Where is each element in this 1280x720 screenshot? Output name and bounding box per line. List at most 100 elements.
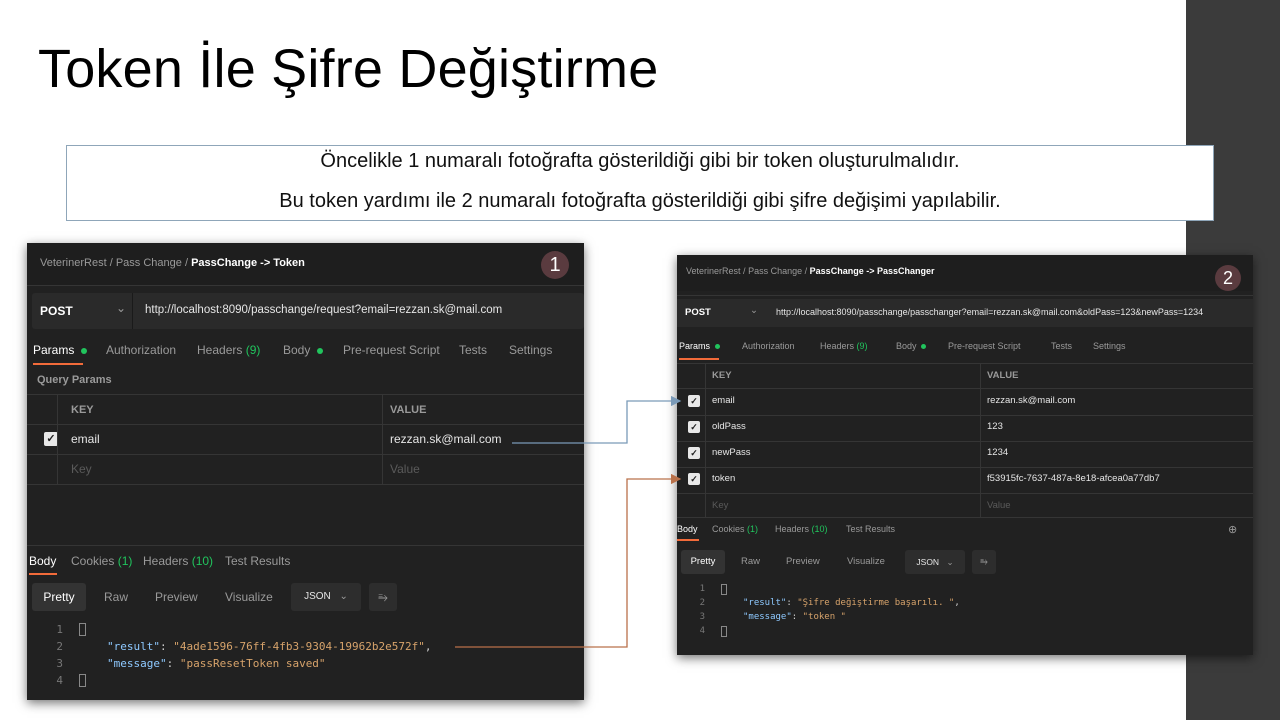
line-number: 2 (699, 598, 705, 608)
param-enabled-checkbox[interactable]: ✓ (688, 395, 700, 407)
intro-text-box: Öncelikle 1 numaralı fotoğrafta gösteril… (66, 145, 1214, 221)
param-value-cell[interactable]: rezzan.sk@mail.com (390, 432, 502, 446)
tab-body[interactable]: Body (283, 343, 323, 357)
intro-line-1: Öncelikle 1 numaralı fotoğrafta gösteril… (320, 150, 960, 172)
line-number: 4 (699, 626, 705, 636)
resp-tab-test-results[interactable]: Test Results (846, 524, 895, 534)
json-value: "token " (802, 612, 846, 622)
query-params-heading: Query Params (37, 374, 112, 386)
line-number: 4 (56, 674, 63, 687)
http-method-select[interactable]: POST (685, 307, 711, 318)
format-select-label: JSON (916, 557, 940, 567)
resp-tab-body-underline (677, 539, 699, 541)
postman-screenshot-2: VeterinerRest / Pass Change / PassChange… (677, 255, 1253, 655)
tab-prerequest-script[interactable]: Pre-request Script (343, 343, 440, 357)
view-pretty-button[interactable]: Pretty (681, 550, 725, 574)
view-preview-button[interactable]: Preview (786, 556, 820, 567)
param-key-cell[interactable]: email (71, 432, 100, 446)
tab-headers-label: Headers (197, 343, 243, 357)
param-enabled-checkbox[interactable]: ✓ (44, 432, 58, 446)
breadcrumb-collection[interactable]: VeterinerRest (40, 257, 107, 269)
new-value-input[interactable]: Value (390, 462, 420, 476)
param-key-cell[interactable]: email (712, 395, 735, 406)
view-pretty-button[interactable]: Pretty (32, 583, 86, 611)
resp-tab-headers[interactable]: Headers (10) (143, 554, 213, 568)
breadcrumb-current-request[interactable]: PassChange -> Token (191, 257, 305, 269)
new-value-input[interactable]: Value (987, 500, 1011, 511)
tab-tests[interactable]: Tests (459, 343, 487, 357)
param-key-cell[interactable]: token (712, 473, 735, 484)
param-value-cell[interactable]: 123 (987, 421, 1003, 432)
tab-settings[interactable]: Settings (509, 343, 552, 357)
view-visualize-button[interactable]: Visualize (225, 590, 273, 604)
resp-tab-cookies[interactable]: Cookies (1) (71, 554, 132, 568)
fold-open-brace-icon[interactable] (79, 623, 86, 636)
tab-body[interactable]: Body (896, 341, 927, 351)
tab-settings[interactable]: Settings (1093, 341, 1126, 351)
tab-params-label: Params (679, 341, 711, 351)
view-raw-button[interactable]: Raw (104, 590, 128, 604)
json-line-message: "message": "token " (743, 612, 846, 622)
breadcrumb-folder[interactable]: Pass Change (116, 257, 182, 269)
param-enabled-checkbox[interactable]: ✓ (688, 447, 700, 459)
breadcrumb-separator: / (109, 257, 113, 269)
col-header-key: KEY (712, 370, 732, 381)
line-number: 1 (699, 584, 705, 594)
param-value-cell[interactable]: 1234 (987, 447, 1008, 458)
view-preview-button[interactable]: Preview (155, 590, 198, 604)
tab-params[interactable]: Params (33, 343, 87, 357)
param-key-cell[interactable]: oldPass (712, 421, 746, 432)
tab-body-label: Body (896, 341, 917, 351)
tab-headers[interactable]: Headers (9) (197, 343, 260, 357)
method-chevron-down-icon[interactable]: ⌄ (750, 305, 758, 316)
view-raw-button[interactable]: Raw (741, 556, 760, 567)
tab-params[interactable]: Params (679, 341, 720, 351)
format-select[interactable]: JSON ⌄ (905, 550, 965, 574)
param-value-cell[interactable]: rezzan.sk@mail.com (987, 395, 1075, 406)
tab-authorization[interactable]: Authorization (106, 343, 176, 357)
fold-close-brace-icon (79, 674, 86, 687)
line-number: 1 (56, 623, 63, 636)
tab-params-underline (679, 358, 719, 360)
json-line-result: "result": "4ade1596-76ff-4fb3-9304-19962… (107, 640, 432, 653)
tab-body-label: Body (283, 343, 311, 357)
table-row: ✓ email rezzan.sk@mail.com (27, 425, 584, 453)
slide-title: Token İle Şifre Değiştirme (38, 39, 659, 99)
resp-tab-test-results[interactable]: Test Results (225, 554, 290, 568)
breadcrumb-current-request[interactable]: PassChange -> PassChanger (810, 266, 935, 276)
breadcrumb-separator: / (743, 266, 746, 276)
fold-open-brace-icon[interactable] (721, 584, 727, 595)
col-header-key: KEY (71, 404, 94, 416)
tab-headers-count: (9) (245, 343, 261, 357)
http-method-select[interactable]: POST (40, 304, 73, 318)
resp-tab-cookies[interactable]: Cookies (1) (712, 524, 758, 534)
breadcrumb-collection[interactable]: VeterinerRest (686, 266, 741, 276)
view-visualize-button[interactable]: Visualize (847, 556, 885, 567)
tab-headers[interactable]: Headers (9) (820, 341, 868, 351)
line-number: 3 (699, 612, 705, 622)
new-key-input[interactable]: Key (712, 500, 728, 511)
wrap-lines-icon[interactable]: ⥱ (369, 583, 397, 611)
param-value-cell[interactable]: f53915fc-7637-487a-8e18-afcea0a77db7 (987, 473, 1160, 484)
url-input[interactable]: http://localhost:8090/passchange/passcha… (776, 307, 1203, 317)
tab-tests[interactable]: Tests (1051, 341, 1072, 351)
new-key-input[interactable]: Key (71, 462, 92, 476)
wrap-lines-icon[interactable]: ⥱ (972, 550, 996, 574)
col-header-value: VALUE (987, 370, 1019, 381)
tab-authorization[interactable]: Authorization (742, 341, 795, 351)
param-enabled-checkbox[interactable]: ✓ (688, 421, 700, 433)
method-chevron-down-icon[interactable]: ⌄ (116, 301, 126, 315)
screenshot-number-badge: 2 (1215, 265, 1241, 291)
tab-headers-count: (9) (856, 341, 868, 351)
resp-tab-body[interactable]: Body (29, 554, 56, 568)
tab-prerequest-script[interactable]: Pre-request Script (948, 341, 1021, 351)
param-enabled-checkbox[interactable]: ✓ (688, 473, 700, 485)
format-select[interactable]: JSON ⌄ (291, 583, 361, 611)
resp-tab-cookies-label: Cookies (712, 524, 745, 534)
param-key-cell[interactable]: newPass (712, 447, 751, 458)
url-input[interactable]: http://localhost:8090/passchange/request… (145, 304, 502, 316)
resp-tab-body[interactable]: Body (677, 524, 698, 534)
resp-tab-headers[interactable]: Headers (10) (775, 524, 828, 534)
globe-icon[interactable]: ⊕ (1228, 523, 1237, 536)
breadcrumb-folder[interactable]: Pass Change (748, 266, 802, 276)
